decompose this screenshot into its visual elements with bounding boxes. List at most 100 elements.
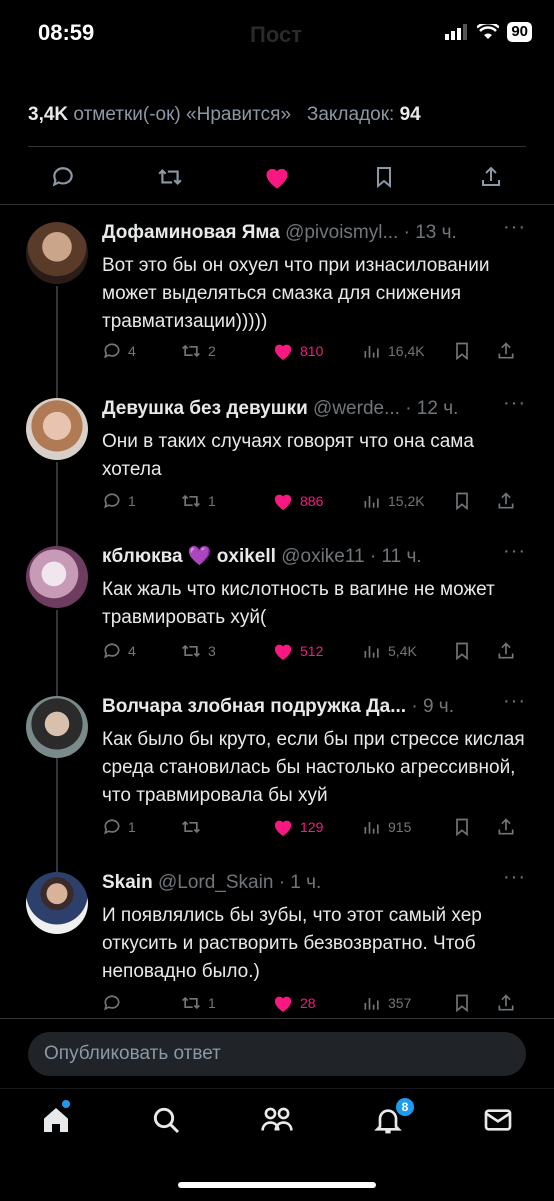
author-handle[interactable]: @werde... bbox=[313, 398, 400, 419]
unread-dot bbox=[62, 1100, 70, 1108]
divider bbox=[28, 146, 526, 147]
share-icon[interactable] bbox=[476, 162, 506, 192]
author-name[interactable]: кблюква 💜 oxikell bbox=[102, 546, 276, 567]
views-icon bbox=[364, 998, 379, 1010]
bookmark-icon[interactable] bbox=[452, 817, 496, 837]
like-icon[interactable] bbox=[262, 162, 292, 192]
share-icon[interactable] bbox=[496, 641, 516, 661]
like-icon bbox=[274, 644, 292, 661]
repost-button[interactable]: 1 bbox=[180, 491, 272, 511]
tab-communities[interactable] bbox=[260, 1104, 294, 1138]
bookmark-icon[interactable] bbox=[452, 491, 496, 511]
share-icon[interactable] bbox=[496, 491, 516, 511]
author-name[interactable]: Девушка без девушки bbox=[102, 398, 308, 419]
repost-button[interactable]: 1 bbox=[180, 993, 272, 1013]
reply-time: · 1 ч. bbox=[278, 872, 322, 893]
reply-time: · 13 ч. bbox=[403, 222, 457, 243]
home-indicator bbox=[178, 1182, 376, 1188]
reply-icon bbox=[104, 343, 120, 359]
post-action-bar bbox=[28, 154, 526, 200]
like-icon bbox=[274, 820, 292, 837]
like-button[interactable]: 129 bbox=[272, 817, 362, 837]
reply-header: кблюква 💜 oxikell @oxike11 · 11 ч. bbox=[102, 544, 502, 572]
views-button[interactable]: 5,4K bbox=[362, 641, 452, 661]
author-name[interactable]: Волчара злобная подружка Да... bbox=[102, 696, 406, 717]
tab-notifications[interactable]: 8 bbox=[372, 1098, 414, 1138]
repost-button[interactable] bbox=[180, 817, 272, 837]
like-button[interactable]: 810 bbox=[272, 341, 362, 361]
like-button[interactable]: 886 bbox=[272, 491, 362, 511]
author-name[interactable]: Дофаминовая Яма bbox=[102, 222, 280, 243]
more-options-icon[interactable]: ··· bbox=[503, 216, 526, 239]
author-handle[interactable]: @Lord_Skain bbox=[158, 872, 273, 893]
share-icon[interactable] bbox=[496, 341, 516, 361]
avatar[interactable] bbox=[26, 872, 88, 934]
author-handle[interactable]: @oxike11 bbox=[281, 546, 364, 567]
reply-text: Они в таких случаях говорят что она сама… bbox=[102, 431, 474, 480]
likes-label[interactable]: отметки(-ок) «Нравится» bbox=[73, 104, 291, 125]
tab-search[interactable] bbox=[150, 1104, 184, 1138]
home-icon bbox=[44, 1108, 68, 1132]
views-button[interactable]: 357 bbox=[362, 993, 452, 1013]
tab-home[interactable] bbox=[40, 1100, 74, 1138]
avatar[interactable] bbox=[26, 222, 88, 284]
reply-text: Как жаль что кислотность в вагине не мож… bbox=[102, 579, 495, 628]
like-icon bbox=[274, 494, 292, 511]
like-button[interactable]: 512 bbox=[272, 641, 362, 661]
views-button[interactable]: 15,2K bbox=[362, 491, 452, 511]
reply-icon bbox=[104, 643, 120, 659]
reply-count: 1 bbox=[128, 819, 136, 835]
views-button[interactable]: 915 bbox=[362, 817, 452, 837]
avatar[interactable] bbox=[26, 398, 88, 460]
share-icon[interactable] bbox=[496, 993, 516, 1013]
more-options-icon[interactable]: ··· bbox=[503, 540, 526, 563]
reply-count-button[interactable]: 1 bbox=[102, 817, 180, 837]
repost-icon bbox=[182, 344, 200, 358]
reply-count-button[interactable]: 4 bbox=[102, 341, 180, 361]
bookmark-icon[interactable] bbox=[452, 641, 496, 661]
reply-count: 4 bbox=[128, 343, 136, 359]
view-count: 16,4K bbox=[388, 343, 425, 359]
reply-text: И появлялись бы зубы, что этот самый хер… bbox=[102, 905, 482, 982]
bookmark-icon[interactable] bbox=[452, 341, 496, 361]
more-options-icon[interactable]: ··· bbox=[503, 690, 526, 713]
communities-icon bbox=[261, 1107, 293, 1131]
reply-actions: 1 28 357 bbox=[102, 990, 526, 1016]
thread-line bbox=[56, 286, 58, 398]
repost-button[interactable]: 3 bbox=[180, 641, 272, 661]
tab-messages[interactable] bbox=[482, 1104, 516, 1138]
reply-count-button[interactable] bbox=[102, 993, 180, 1013]
views-button[interactable]: 16,4K bbox=[362, 341, 452, 361]
like-count: 810 bbox=[300, 343, 324, 359]
repost-button[interactable]: 2 bbox=[180, 341, 272, 361]
like-button[interactable]: 28 bbox=[272, 993, 362, 1013]
author-handle[interactable]: @pivoismyl... bbox=[285, 222, 398, 243]
more-options-icon[interactable]: ··· bbox=[503, 392, 526, 415]
view-count: 915 bbox=[388, 819, 412, 835]
reply-time: · 9 ч. bbox=[411, 696, 454, 717]
avatar[interactable] bbox=[26, 546, 88, 608]
view-count: 357 bbox=[388, 995, 412, 1011]
page-title: Пост bbox=[250, 22, 302, 47]
bookmark-icon[interactable] bbox=[452, 993, 496, 1013]
like-count: 129 bbox=[300, 819, 324, 835]
reply-count-button[interactable]: 4 bbox=[102, 641, 180, 661]
more-options-icon[interactable]: ··· bbox=[503, 866, 526, 889]
reply-composer-input[interactable]: Опубликовать ответ bbox=[28, 1032, 526, 1076]
view-count: 15,2K bbox=[388, 493, 425, 509]
views-icon bbox=[364, 822, 379, 834]
likes-count: 3,4K bbox=[28, 104, 69, 125]
view-count: 5,4K bbox=[388, 643, 417, 659]
repost-icon[interactable] bbox=[155, 162, 185, 192]
author-name[interactable]: Skain bbox=[102, 872, 153, 893]
share-icon[interactable] bbox=[496, 817, 516, 837]
wifi-icon bbox=[477, 24, 500, 39]
like-icon bbox=[274, 996, 292, 1013]
avatar[interactable] bbox=[26, 696, 88, 758]
reply-icon[interactable] bbox=[48, 162, 78, 192]
thread-line bbox=[56, 462, 58, 546]
reply-actions: 1 129 915 bbox=[102, 814, 526, 840]
reply-count-button[interactable]: 1 bbox=[102, 491, 180, 511]
bookmark-icon[interactable] bbox=[369, 162, 399, 192]
reply-header: Волчара злобная подружка Да... · 9 ч. bbox=[102, 694, 502, 722]
